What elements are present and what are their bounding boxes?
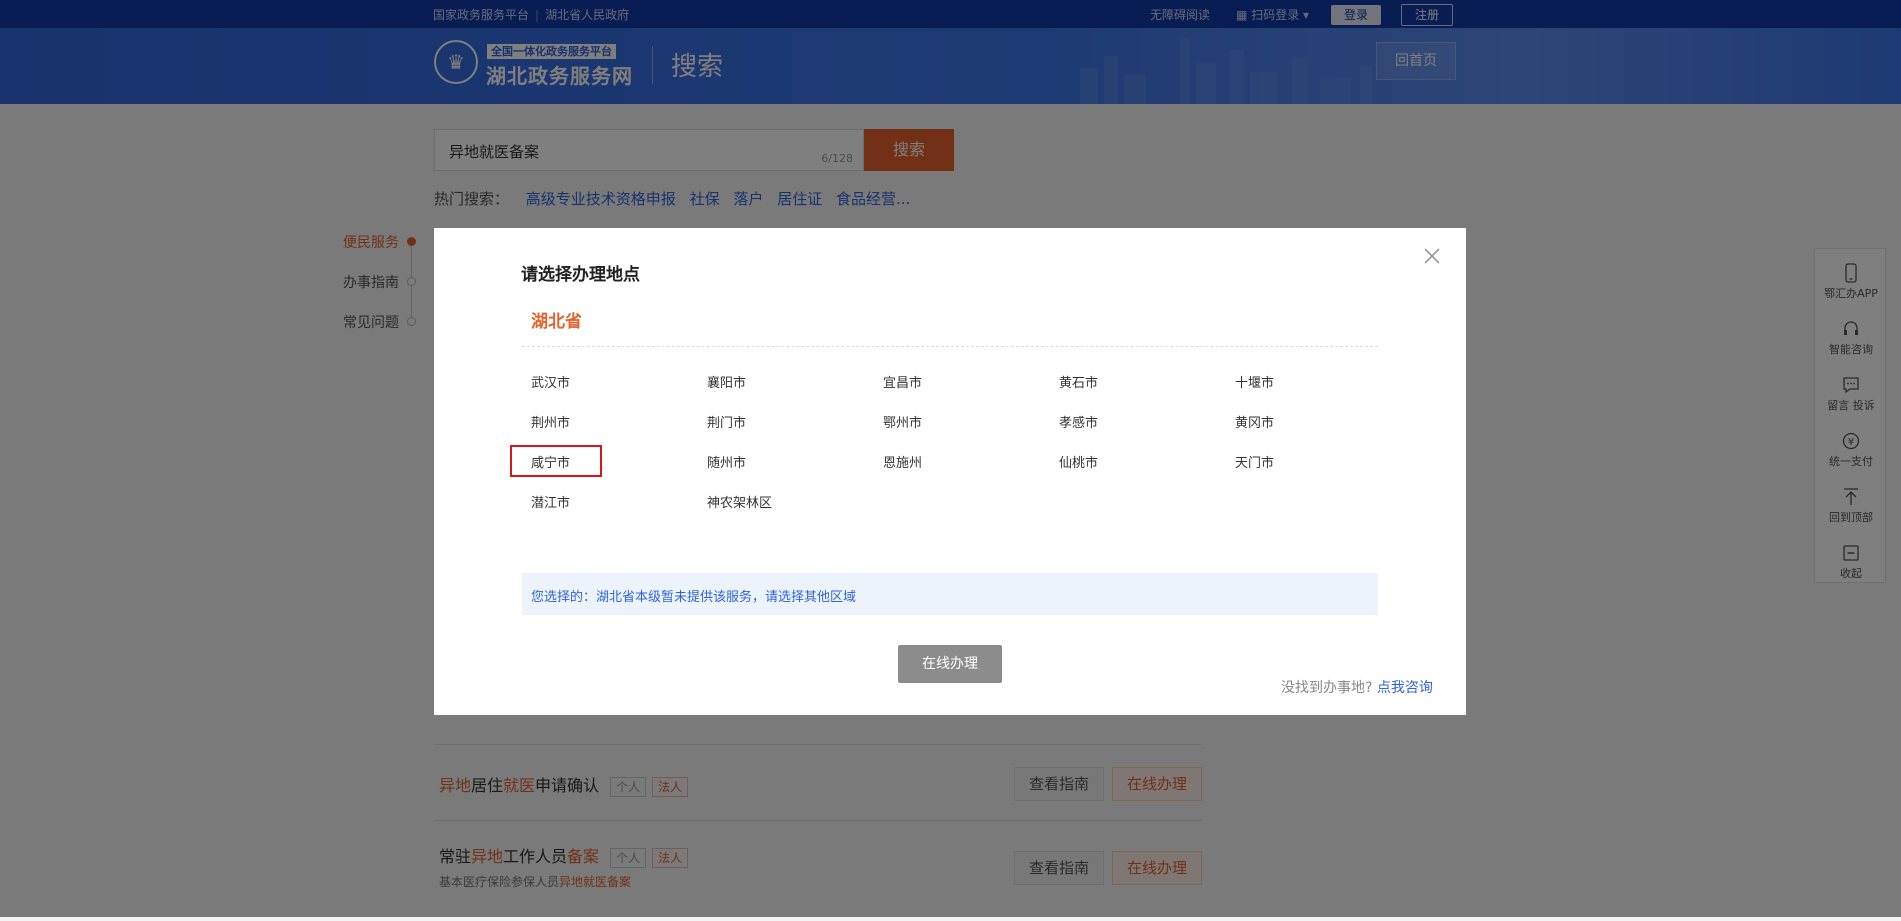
city-option[interactable]: 黄冈市: [1235, 412, 1335, 431]
city-option[interactable]: 荆州市: [531, 412, 631, 431]
city-option[interactable]: 潜江市: [531, 492, 631, 511]
location-select-dialog: 请选择办理地点 湖北省 武汉市 襄阳市 宜昌市 黄石市 十堰市 荆州市 荆门市 …: [434, 228, 1466, 715]
province-tab[interactable]: 湖北省: [531, 307, 582, 332]
city-option[interactable]: 荆门市: [707, 412, 807, 431]
city-option[interactable]: 天门市: [1235, 452, 1335, 471]
divider: [522, 346, 1378, 347]
selection-notice: 您选择的：湖北省本级暂未提供该服务，请选择其他区域: [522, 573, 1378, 615]
city-option[interactable]: 孝感市: [1059, 412, 1159, 431]
not-found-help: 没找到办事地? 点我咨询: [1281, 677, 1433, 697]
dialog-title: 请选择办理地点: [521, 265, 640, 285]
city-option[interactable]: 鄂州市: [883, 412, 983, 431]
city-option[interactable]: 十堰市: [1235, 372, 1335, 391]
dialog-online-button[interactable]: 在线办理: [898, 645, 1002, 683]
city-option[interactable]: 宜昌市: [883, 372, 983, 391]
close-icon[interactable]: [1420, 244, 1444, 268]
city-option[interactable]: 仙桃市: [1059, 452, 1159, 471]
city-option[interactable]: 随州市: [707, 452, 807, 471]
city-option[interactable]: 黄石市: [1059, 372, 1159, 391]
city-option[interactable]: 神农架林区: [707, 492, 807, 511]
not-found-text: 没找到办事地?: [1281, 680, 1373, 696]
city-option[interactable]: 恩施州: [883, 452, 983, 471]
selection-notice-text: 您选择的：湖北省本级暂未提供该服务，请选择其他区域: [531, 590, 857, 605]
city-option[interactable]: 襄阳市: [707, 372, 807, 391]
city-option[interactable]: 武汉市: [531, 372, 631, 391]
city-option-selected[interactable]: 咸宁市: [531, 452, 631, 471]
consult-link[interactable]: 点我咨询: [1377, 680, 1433, 696]
